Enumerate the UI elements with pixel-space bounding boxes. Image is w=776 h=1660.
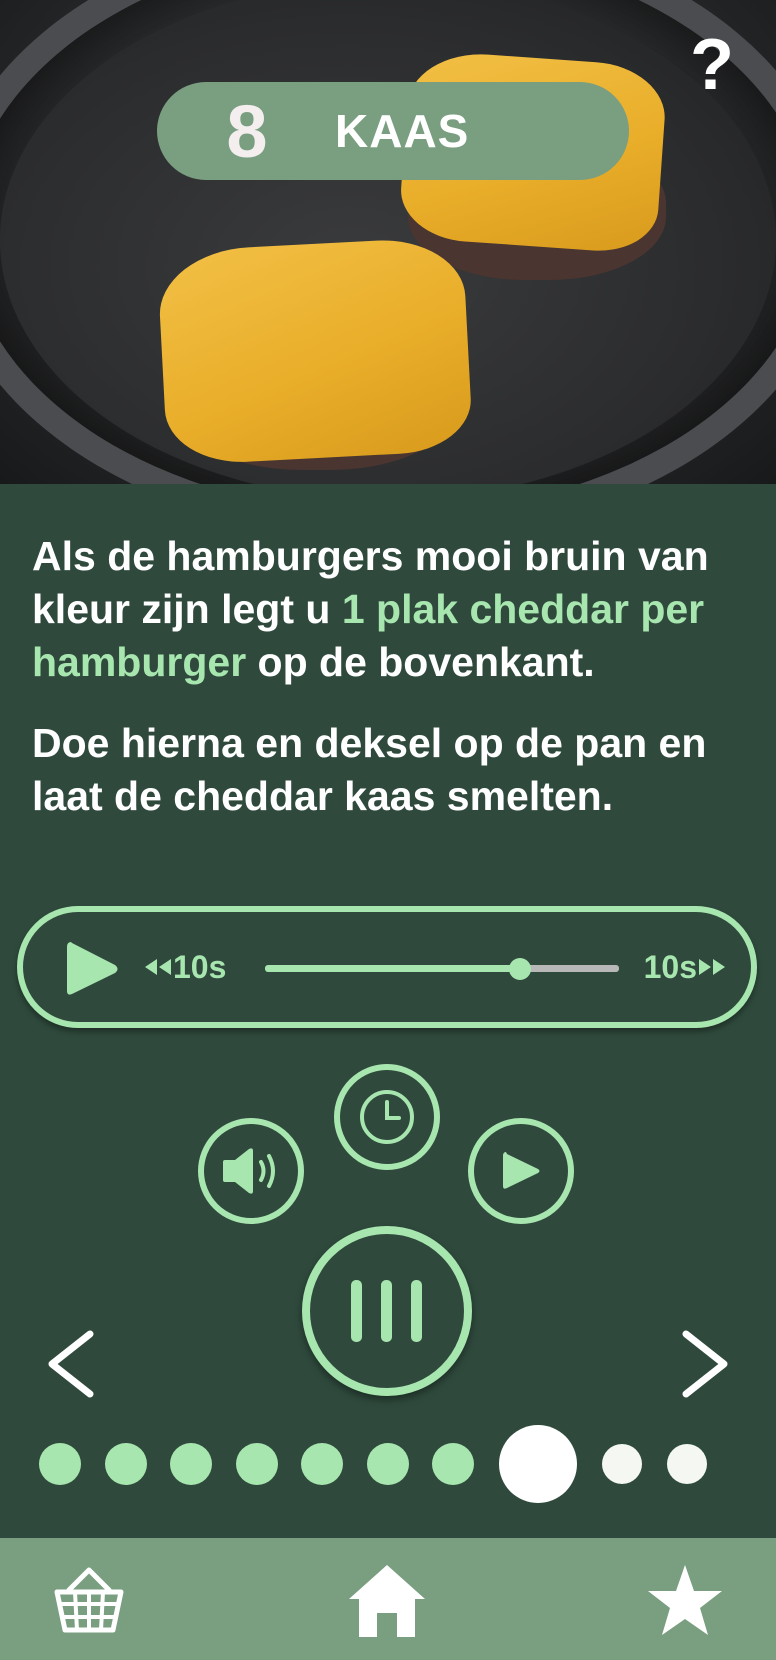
step-number: 8 [226,89,268,173]
audio-progress-track[interactable] [519,965,619,972]
forward-label: 10s [643,948,697,985]
step-photo: 8 KAAS ? [0,0,776,484]
instruction-text-part: op de bovenkant. [246,639,595,685]
chevron-right-icon [682,1330,728,1398]
rewind-label: 10s [173,948,227,985]
clock-icon [360,1090,414,1144]
sound-button[interactable] [198,1118,304,1224]
pagination-dot[interactable] [301,1443,343,1485]
pagination-dot[interactable] [367,1443,409,1485]
help-button[interactable]: ? [682,24,742,105]
pagination-dot[interactable] [236,1443,278,1485]
audio-progress-thumb[interactable] [508,958,531,980]
nav-home[interactable] [342,1556,432,1646]
speaker-icon [223,1148,275,1194]
instruction-paragraph-1: Als de hamburgers mooi bruin van kleur z… [32,530,752,689]
audio-play-button[interactable] [63,938,123,1000]
rewind-icon [145,959,171,975]
next-step-button[interactable] [676,1326,736,1402]
video-button[interactable] [468,1118,574,1224]
timer-button[interactable] [334,1064,440,1170]
audio-progress-fill [265,965,520,972]
play-circle-icon [503,1152,540,1189]
pagination-dot[interactable] [602,1444,642,1484]
nav-basket[interactable] [44,1556,134,1646]
chevron-left-icon [48,1330,94,1398]
pagination-dot[interactable] [170,1443,212,1485]
pause-button[interactable] [302,1226,472,1396]
instruction-text: Als de hamburgers mooi bruin van kleur z… [32,530,752,851]
pagination-dot[interactable] [105,1443,147,1485]
step-header: 8 KAAS [157,82,629,180]
step-title: KAAS [335,105,470,157]
forward-10s-button[interactable]: 10s [644,942,727,992]
instruction-paragraph-2: Doe hierna en deksel op de pan en laat d… [32,720,707,819]
pagination-dot[interactable] [667,1444,707,1484]
previous-step-button[interactable] [40,1326,100,1402]
star-icon [648,1565,722,1635]
basket-icon [54,1567,124,1633]
pagination-dot-active[interactable] [499,1425,577,1503]
play-icon [67,942,118,995]
bottom-navigation [0,1538,776,1660]
pagination-dot[interactable] [39,1443,81,1485]
pause-icon [351,1280,422,1342]
pagination-dot[interactable] [432,1443,474,1485]
fast-forward-icon [699,959,725,975]
audio-player: 10s 10s [17,906,757,1028]
nav-favorites[interactable] [640,1556,730,1646]
cheese-slice-front [156,236,474,466]
rewind-10s-button[interactable]: 10s [143,942,226,992]
step-pagination [0,1424,776,1504]
home-icon [349,1565,425,1637]
